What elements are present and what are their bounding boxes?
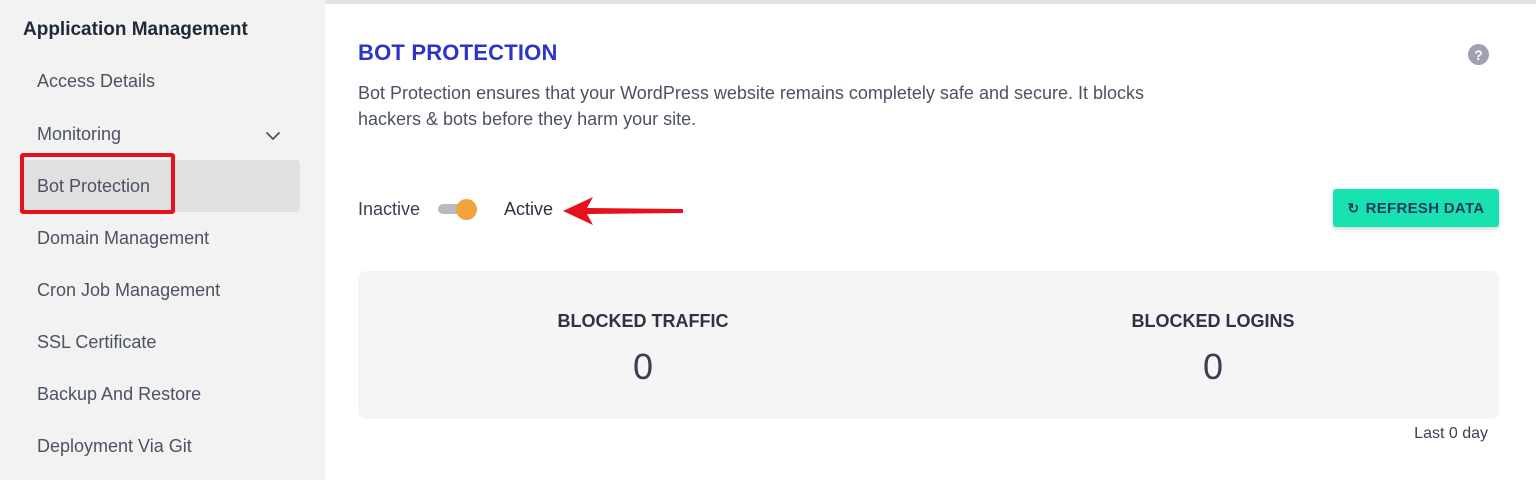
sidebar-item-monitoring[interactable]: Monitoring xyxy=(22,108,300,160)
sidebar-item-ssl-certificate[interactable]: SSL Certificate xyxy=(22,316,300,368)
refresh-data-label: REFRESH DATA xyxy=(1365,199,1485,217)
sidebar-item-domain-management[interactable]: Domain Management xyxy=(22,212,300,264)
blocked-traffic-label: BLOCKED TRAFFIC xyxy=(557,311,729,331)
sidebar-item-backup-and-restore[interactable]: Backup And Restore xyxy=(22,368,300,420)
toggle-knob xyxy=(456,199,478,220)
sidebar-item-label: Cron Job Management xyxy=(37,279,221,300)
sidebar-item-label: Monitoring xyxy=(37,123,122,144)
bot-protection-panel: BOT PROTECTION ? Bot Protection ensures … xyxy=(325,4,1536,480)
status-toggle-row: Inactive Active xyxy=(358,196,553,222)
sidebar-item-access-details[interactable]: Access Details xyxy=(22,55,300,107)
toggle-inactive-label: Inactive xyxy=(358,198,421,219)
sidebar-item-label: Backup And Restore xyxy=(37,383,202,404)
blocked-traffic-stat: BLOCKED TRAFFIC 0 xyxy=(493,311,793,388)
help-icon[interactable]: ? xyxy=(1468,44,1489,65)
sidebar-item-label: SSL Certificate xyxy=(37,331,157,352)
blocked-logins-label: BLOCKED LOGINS xyxy=(1131,311,1295,331)
sidebar-item-label: Bot Protection xyxy=(37,175,151,196)
blocked-logins-stat: BLOCKED LOGINS 0 xyxy=(1063,311,1363,388)
sidebar-item-label: Deployment Via Git xyxy=(37,435,192,456)
page-title: BOT PROTECTION xyxy=(358,40,558,65)
sidebar-item-deployment-via-git[interactable]: Deployment Via Git xyxy=(22,420,300,472)
blocked-logins-value: 0 xyxy=(1202,346,1224,387)
blocked-traffic-value: 0 xyxy=(632,346,654,387)
sidebar-item-bot-protection[interactable]: Bot Protection xyxy=(22,160,300,212)
sidebar-title: Application Management xyxy=(23,19,248,40)
chevron-down-icon[interactable] xyxy=(264,127,282,145)
refresh-icon: ↻ xyxy=(1347,199,1360,216)
sidebar-item-label: Access Details xyxy=(37,70,156,91)
refresh-data-button[interactable]: ↻ REFRESH DATA xyxy=(1333,189,1499,227)
stats-card: BLOCKED TRAFFIC 0 BLOCKED LOGINS 0 xyxy=(358,271,1499,419)
sidebar-item-cron-job-management[interactable]: Cron Job Management xyxy=(22,264,300,316)
sidebar-item-label: Domain Management xyxy=(37,227,210,248)
annotation-arrow-icon xyxy=(563,197,683,225)
sidebar: Application Management Access Details Mo… xyxy=(0,0,325,480)
period-label: Last 0 day xyxy=(1414,425,1488,442)
bot-protection-toggle[interactable] xyxy=(438,198,478,220)
page-description: Bot Protection ensures that your WordPre… xyxy=(358,83,1145,129)
toggle-active-label: Active xyxy=(504,198,554,219)
